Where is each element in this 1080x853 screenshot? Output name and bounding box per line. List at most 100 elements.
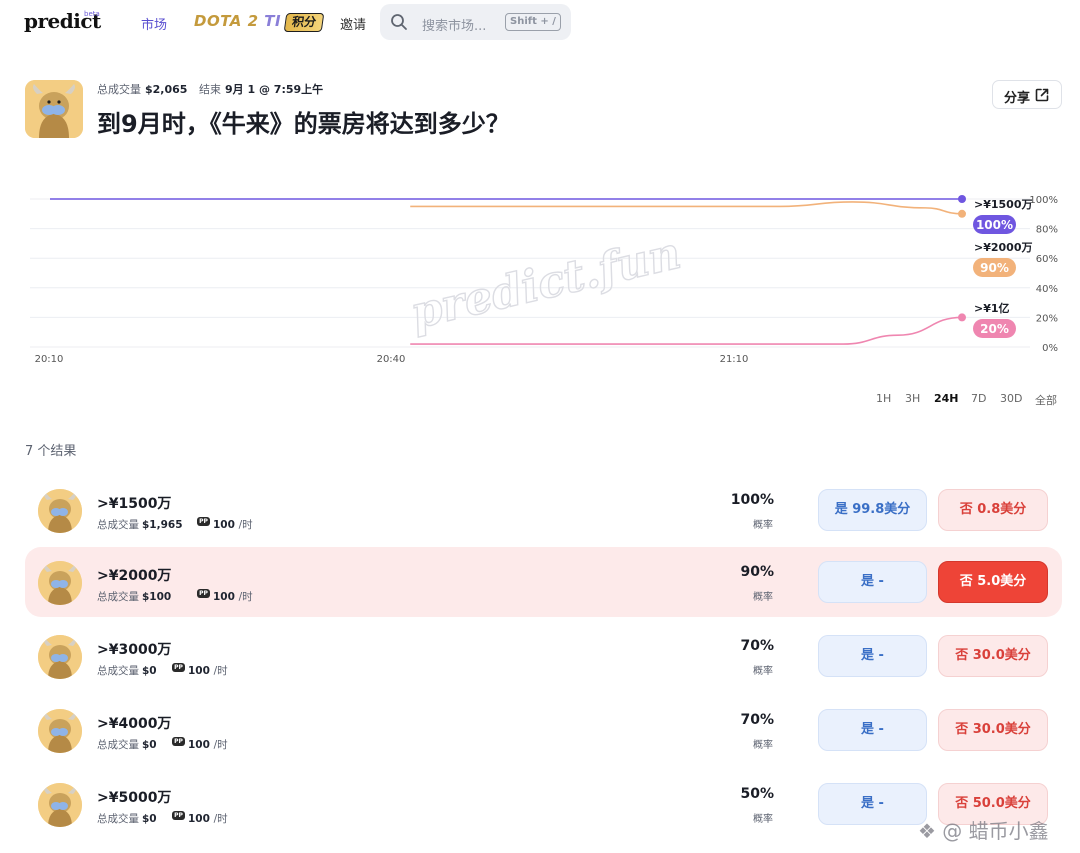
outcome-thumbnail [38,783,82,827]
outcome-thumbnail [38,489,82,533]
points-icon: PP [172,737,185,746]
bull-mascot-image [38,635,82,679]
buy-yes-button[interactable]: 是 - [818,709,927,751]
y-tick-label: 60% [1036,254,1058,265]
external-link-icon [1035,88,1049,102]
points-icon: PP [172,811,185,820]
page-title: 到9月时，《牛来》的票房将达到多少？ [97,110,510,138]
probability-caption: 概率 [753,520,773,531]
market-end-date: 结束 9月 1 @ 7:59上午 [199,81,323,97]
probability-chart: 100% 80% 60% 40% 20% 0% 20:10 20:40 21:10 predict… [30,195,1058,365]
outcome-rate-value: 100 [188,813,210,825]
outcome-probability: 50% [740,786,774,802]
outcome-volume-label: 总成交量 [97,591,139,603]
range-3h-button[interactable]: 3H [905,392,920,405]
series-value-label: 90% [980,261,1009,275]
share-label: 分享 [1004,91,1031,106]
bull-mascot-image [38,489,82,533]
corner-watermark: ❖ @ 蜡币小鑫 [918,815,1049,844]
outcome-points-rate: 100 /时 [213,589,253,604]
top-nav: predict beta 市场 DOTA 2 TI 积分 邀请 搜索市场... … [0,0,1080,44]
beta-badge: beta [84,10,100,18]
probability-caption: 概率 [753,740,773,751]
nav-markets[interactable]: 市场 [141,14,167,33]
outcome-probability: 70% [740,712,774,728]
x-tick-label: 20:10 [35,354,64,365]
outcomes-count: 7 个结果 [25,444,77,459]
series-value-label: 20% [980,322,1009,336]
watermark-text: @ 蜡币小鑫 [942,819,1049,843]
outcome-points-rate: 100 /时 [188,811,228,826]
volume-value: $2,065 [145,83,188,96]
outcome-rate-unit: /时 [213,739,228,751]
series-endpoint [958,313,966,322]
buy-yes-button[interactable]: 是 99.8美分 [818,489,927,531]
outcome-probability: 70% [740,638,774,654]
volume-label: 总成交量 [97,83,141,96]
outcome-label: >¥2000万 [97,568,172,584]
outcome-volume: 总成交量 $1,965 [97,517,183,532]
range-30d-button[interactable]: 30D [1000,392,1022,405]
y-tick-label: 100% [1029,195,1058,206]
ti-label: TI [264,12,282,30]
outcome-volume-value: $100 [142,591,172,603]
search-input[interactable]: 搜索市场... [422,15,486,34]
outcome-row[interactable]: >¥3000万 总成交量 $0 PP 100 /时 70% 概率 是 - 否 30… [25,621,1062,691]
outcome-volume: 总成交量 $0 [97,811,157,826]
series-line [410,201,963,215]
probability-caption: 概率 [753,592,773,603]
outcome-row[interactable]: >¥1500万 总成交量 $1,965 PP 100 /时 100% 概率 是 9… [25,475,1062,545]
buy-yes-button[interactable]: 是 - [818,561,927,603]
end-label: 结束 [199,83,221,96]
outcome-probability: 90% [740,564,774,580]
outcome-label: >¥3000万 [97,642,172,658]
outcome-row[interactable]: >¥2000万 总成交量 $100 PP 100 /时 90% 概率 是 - 否 … [25,547,1062,617]
series-endpoint [958,195,966,203]
outcome-volume-value: $0 [142,739,157,751]
range-all-button[interactable]: 全部 [1035,392,1057,408]
series-name-label: >¥2000万 [974,241,1033,254]
outcome-volume-value: $0 [142,665,157,677]
watermark-logo-icon: ❖ [918,819,936,843]
buy-no-button[interactable]: 否 5.0美分 [938,561,1048,603]
buy-no-button[interactable]: 否 0.8美分 [938,489,1048,531]
series-name-label: >¥1亿 [974,301,1010,315]
outcome-rate-value: 100 [188,665,210,677]
outcome-row[interactable]: >¥4000万 总成交量 $0 PP 100 /时 70% 概率 是 - 否 30… [25,695,1062,765]
search-icon [391,14,407,30]
search-shortcut-hint: Shift + / [505,13,561,31]
dota-label: DOTA 2 [194,12,259,30]
outcome-volume-label: 总成交量 [97,519,139,531]
outcome-volume: 总成交量 $0 [97,737,157,752]
range-24h-button[interactable]: 24H [934,392,959,405]
share-button[interactable]: 分享 [992,80,1062,109]
outcome-volume-value: $1,965 [142,519,183,531]
outcome-points-rate: 100 /时 [188,663,228,678]
buy-yes-button[interactable]: 是 - [818,783,927,825]
nav-points[interactable]: 积分 [283,13,325,32]
market-thumbnail [25,80,83,138]
bull-mascot-image [25,80,83,138]
y-tick-label: 0% [1042,343,1058,354]
outcome-row[interactable]: >¥5000万 总成交量 $0 PP 100 /时 50% 概率 是 - 否 50… [25,769,1062,839]
buy-no-button[interactable]: 否 30.0美分 [938,635,1048,677]
series-endpoint [958,209,966,218]
outcome-label: >¥4000万 [97,716,172,732]
search-box[interactable]: 搜索市场... Shift + / [380,4,571,40]
market-volume: 总成交量 $2,065 [97,81,187,97]
range-7d-button[interactable]: 7D [971,392,986,405]
outcome-label: >¥5000万 [97,790,172,806]
nav-invite[interactable]: 邀请 [340,14,366,33]
nav-dota2-ti[interactable]: DOTA 2 TI [194,12,281,30]
time-range-selector: 1H 3H 24H 7D 30D 全部 [866,392,1066,408]
outcome-rate-unit: /时 [238,519,253,531]
buy-no-button[interactable]: 否 30.0美分 [938,709,1048,751]
probability-caption: 概率 [753,814,773,825]
range-1h-button[interactable]: 1H [876,392,891,405]
probability-caption: 概率 [753,666,773,677]
outcome-thumbnail [38,709,82,753]
bull-mascot-image [38,709,82,753]
points-icon: PP [172,663,185,672]
outcome-volume: 总成交量 $100 [97,589,171,604]
buy-yes-button[interactable]: 是 - [818,635,927,677]
